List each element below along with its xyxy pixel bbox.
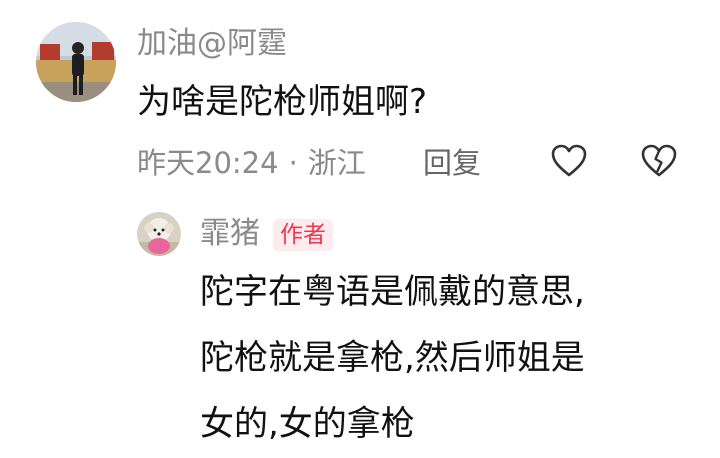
author-username[interactable]: 霏猪 — [200, 216, 260, 252]
heart-outline-icon — [551, 144, 587, 177]
reply-button[interactable]: 回复 — [423, 145, 481, 181]
dislike-button[interactable] — [641, 144, 677, 178]
reply-text-line: 陀枪就是拿枪,然后师姐是 — [200, 338, 585, 378]
comment-location: 浙江 — [307, 146, 366, 180]
comment-thread: 加油@阿霆 为啥是陀枪师姐啊? 昨天20:24 · 浙江 回复 霏猪 作者 陀字… — [0, 0, 720, 458]
comment-text: 为啥是陀枪师姐啊? — [137, 82, 428, 122]
comment-time: 昨天20:24 — [137, 146, 279, 180]
meta-separator: · — [288, 146, 298, 180]
like-button[interactable] — [551, 144, 587, 178]
broken-heart-icon — [641, 144, 677, 177]
author-badge: 作者 — [273, 219, 333, 251]
user-avatar[interactable] — [36, 22, 116, 102]
reply-text-line: 女的,女的拿枪 — [200, 404, 415, 444]
comment-meta: 昨天20:24 · 浙江 — [137, 145, 366, 181]
dog-photo-avatar — [137, 212, 181, 256]
user-photo-avatar — [36, 22, 116, 102]
reply-text-line: 陀字在粤语是佩戴的意思, — [200, 272, 585, 312]
comment-username[interactable]: 加油@阿霆 — [137, 26, 287, 62]
author-avatar[interactable] — [137, 212, 181, 256]
